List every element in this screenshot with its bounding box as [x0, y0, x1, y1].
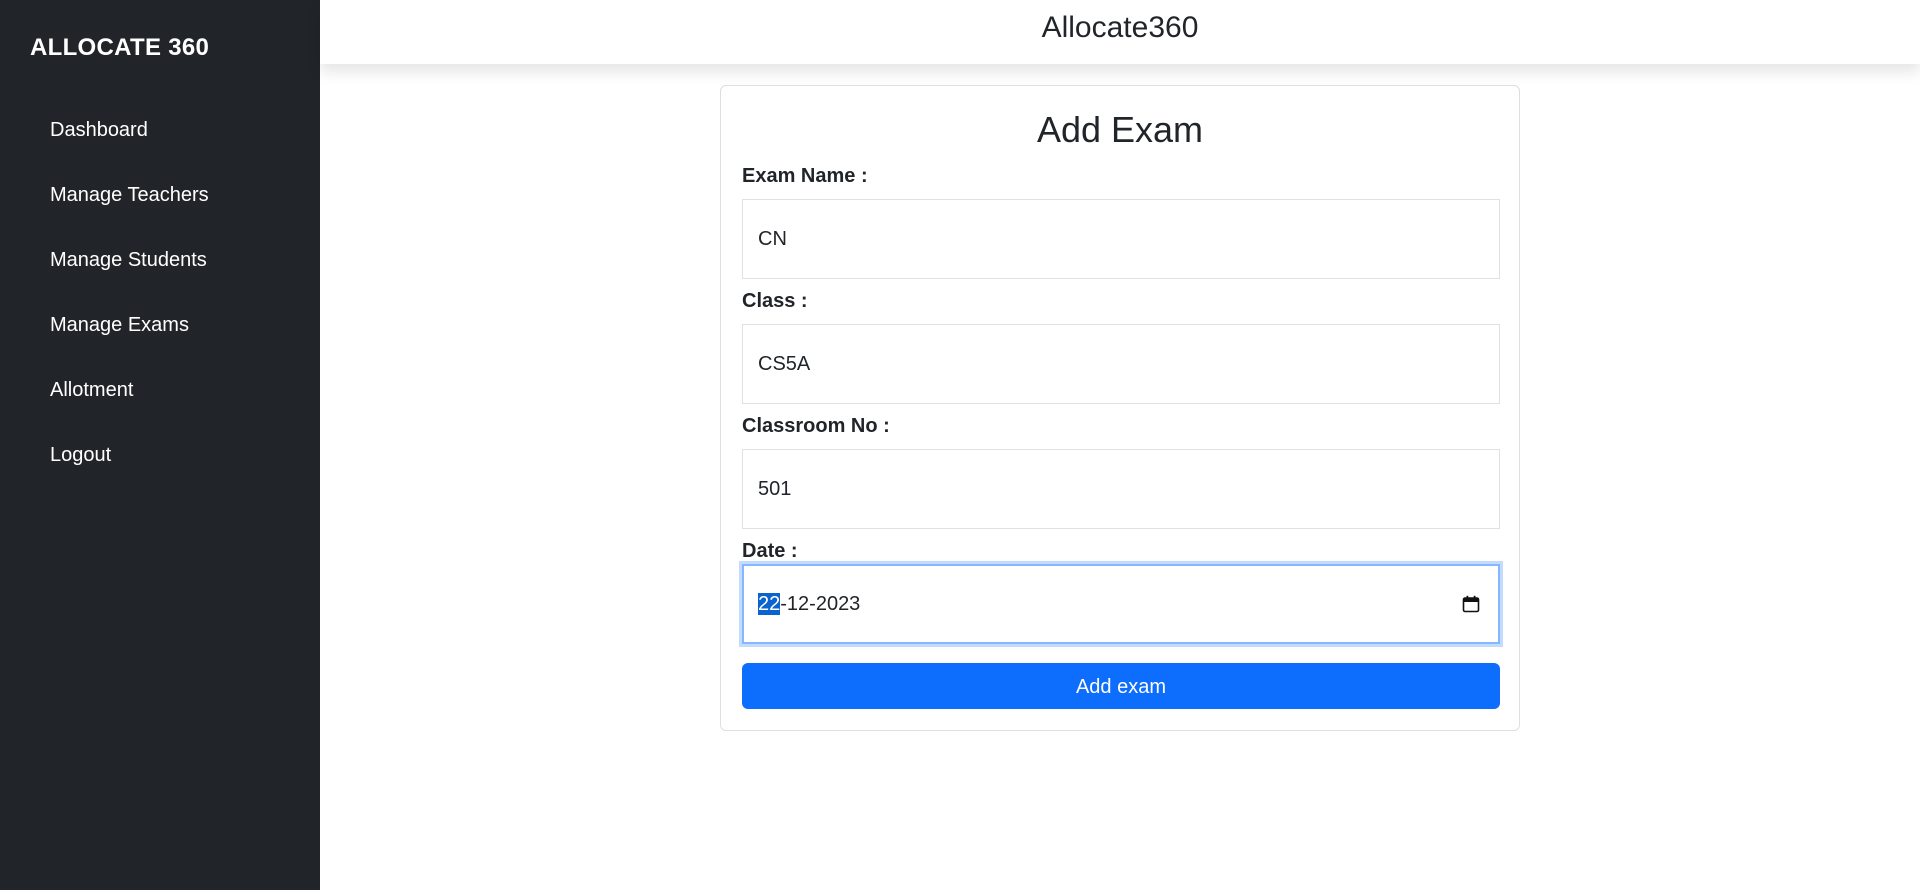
sidebar-nav: Dashboard Manage Teachers Manage Student… [0, 110, 320, 500]
date-input[interactable]: 22-12-2023 [742, 564, 1500, 644]
sidebar-item-manage-exams[interactable]: Manage Exams [0, 305, 320, 370]
date-label: Date : [742, 540, 798, 562]
add-exam-card: Add Exam Exam Name : Class : Classroom N… [720, 85, 1520, 731]
sidebar-item-manage-teachers[interactable]: Manage Teachers [0, 175, 320, 240]
add-exam-button[interactable]: Add exam [742, 663, 1500, 709]
class-label: Class : [742, 290, 808, 312]
form-title: Add Exam [1036, 109, 1204, 150]
classroom-no-input[interactable] [742, 449, 1500, 529]
sidebar-item-manage-students[interactable]: Manage Students [0, 240, 320, 305]
top-header: Allocate360 [320, 0, 1920, 64]
classroom-no-label: Classroom No : [742, 415, 890, 437]
header-title: Allocate360 [1041, 11, 1199, 44]
sidebar-item-allotment[interactable]: Allotment [0, 370, 320, 435]
calendar-icon[interactable] [1462, 595, 1480, 613]
app-root: ALLOCATE 360 Dashboard Manage Teachers M… [0, 0, 1920, 890]
exam-name-input[interactable] [742, 199, 1500, 279]
brand-logo-text[interactable]: ALLOCATE 360 [30, 30, 209, 66]
date-rest-segment[interactable]: -12-2023 [780, 593, 860, 615]
class-input[interactable] [742, 324, 1500, 404]
sidebar-item-dashboard[interactable]: Dashboard [0, 110, 320, 175]
date-day-segment[interactable]: 22 [758, 593, 781, 615]
date-value: 22-12-2023 [758, 566, 860, 642]
sidebar-item-logout[interactable]: Logout [0, 435, 320, 500]
exam-name-label: Exam Name : [742, 165, 868, 187]
sidebar: ALLOCATE 360 Dashboard Manage Teachers M… [0, 0, 320, 890]
